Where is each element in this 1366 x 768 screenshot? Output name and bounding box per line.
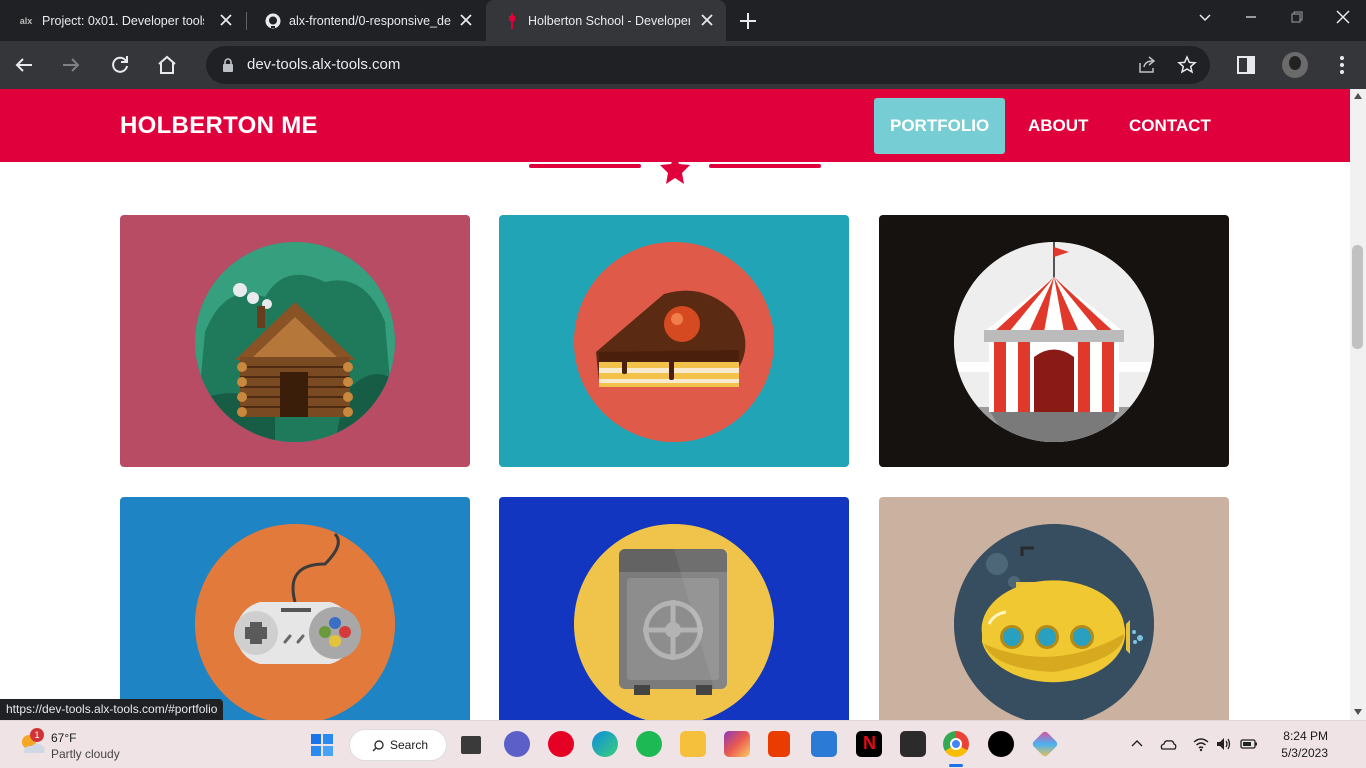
close-window-icon[interactable]: [1332, 6, 1354, 28]
teams-chat-icon[interactable]: [504, 731, 530, 757]
task-view-icon[interactable]: [461, 736, 481, 754]
weather-alert-badge: 1: [30, 728, 44, 742]
portfolio-item-cake[interactable]: [499, 215, 849, 467]
jetbrains-toolbox-icon[interactable]: [1031, 730, 1059, 758]
chrome-icon[interactable]: [943, 731, 969, 757]
reload-icon[interactable]: [108, 53, 132, 77]
instagram-icon[interactable]: [724, 731, 750, 757]
tray-chevron-up-icon[interactable]: [1128, 735, 1146, 753]
divider-line-right: [709, 164, 821, 168]
side-panel-icon[interactable]: [1234, 53, 1258, 77]
edge-icon[interactable]: [592, 731, 618, 757]
portfolio-item-submarine[interactable]: [879, 497, 1229, 720]
tab-title: Holberton School - Developer: [528, 13, 690, 28]
minimize-icon[interactable]: [1240, 6, 1262, 28]
site-brand[interactable]: HOLBERTON ME: [120, 112, 318, 140]
portfolio-item-circus[interactable]: [879, 215, 1229, 467]
microsoft-store-icon[interactable]: [811, 731, 837, 757]
portfolio-item-log-cabin[interactable]: [120, 215, 470, 467]
scroll-down-arrow-icon[interactable]: [1354, 709, 1362, 715]
spotify-icon[interactable]: [636, 731, 662, 757]
wifi-icon[interactable]: [1192, 735, 1210, 753]
github-icon: [265, 13, 281, 29]
nav-portfolio[interactable]: PORTFOLIO: [874, 98, 1006, 154]
tab-holberton-active[interactable]: Holberton School - Developer: [486, 0, 726, 41]
scroll-thumb[interactable]: [1352, 245, 1363, 349]
log-cabin-icon: [195, 242, 395, 442]
nav-contact[interactable]: CONTACT: [1113, 98, 1227, 154]
new-tab-plus-icon[interactable]: [737, 10, 759, 32]
alx-icon: alx: [19, 15, 33, 26]
close-icon[interactable]: [457, 11, 475, 29]
portfolio-item-controller[interactable]: [120, 497, 470, 720]
share-icon[interactable]: [1137, 55, 1157, 75]
weather-description: Partly cloudy: [51, 747, 120, 761]
holberton-icon: [504, 12, 520, 29]
tiktok-icon[interactable]: [988, 731, 1014, 757]
windows-taskbar: 1 67°F Partly cloudy Search N 8:24 PM 5/…: [0, 720, 1366, 768]
address-bar[interactable]: dev-tools.alx-tools.com: [206, 46, 1210, 84]
game-controller-icon: [195, 524, 395, 720]
link-status-bar: https://dev-tools.alx-tools.com/#portfol…: [0, 699, 224, 720]
tab-title: Project: 0x01. Developer tools |: [42, 13, 204, 28]
taskbar-search[interactable]: Search: [349, 729, 447, 761]
tab-project-developer-tools[interactable]: alx Project: 0x01. Developer tools |: [0, 0, 245, 41]
portfolio-item-safe[interactable]: [499, 497, 849, 720]
pinterest-icon[interactable]: [548, 731, 574, 757]
scroll-up-arrow-icon[interactable]: [1354, 93, 1362, 99]
page-scrollbar[interactable]: [1350, 89, 1366, 720]
circus-tent-icon: [954, 242, 1154, 442]
star-icon: [660, 154, 690, 184]
tab-search-chevron-icon[interactable]: [1194, 6, 1216, 28]
bookmark-star-icon[interactable]: [1177, 55, 1197, 75]
home-icon[interactable]: [155, 53, 179, 77]
forward-arrow-icon[interactable]: [59, 53, 83, 77]
cake-slice-icon: [574, 242, 774, 442]
tab-strip: alx Project: 0x01. Developer tools | alx…: [0, 0, 1366, 41]
windows-start-icon[interactable]: [311, 734, 333, 756]
profile-avatar[interactable]: [1282, 52, 1308, 78]
tab-title: alx-frontend/0-responsive_dev: [289, 13, 451, 28]
file-explorer-icon[interactable]: [680, 731, 706, 757]
netflix-icon[interactable]: N: [856, 731, 882, 757]
browser-toolbar: dev-tools.alx-tools.com: [0, 41, 1366, 89]
volume-icon[interactable]: [1215, 735, 1233, 753]
safe-icon: [574, 524, 774, 720]
nav-about[interactable]: ABOUT: [1012, 98, 1104, 154]
netflix-glyph: N: [863, 733, 876, 753]
onedrive-cloud-icon[interactable]: [1159, 735, 1177, 753]
restore-icon[interactable]: [1285, 6, 1307, 28]
web-page: HOLBERTON ME PORTFOLIO ABOUT CONTACT: [0, 89, 1350, 720]
more-vertical-icon[interactable]: [1330, 53, 1354, 77]
divider-line-left: [529, 164, 641, 168]
battery-icon[interactable]: [1240, 735, 1258, 753]
url-text[interactable]: dev-tools.alx-tools.com: [247, 56, 400, 73]
close-icon[interactable]: [698, 11, 716, 29]
lock-icon[interactable]: [221, 57, 235, 73]
avatar-face: [1289, 56, 1301, 70]
search-label: Search: [390, 738, 429, 752]
moodle-icon[interactable]: [900, 731, 926, 757]
search-icon: [372, 740, 384, 752]
clock-date[interactable]: 5/3/2023: [1281, 746, 1328, 760]
close-icon[interactable]: [217, 11, 235, 29]
chrome-center: [950, 738, 962, 750]
submarine-icon: [954, 524, 1154, 720]
chrome-active-indicator: [949, 764, 963, 767]
office-icon[interactable]: [768, 731, 790, 757]
weather-temperature: 67°F: [51, 731, 77, 745]
back-arrow-icon[interactable]: [12, 53, 36, 77]
tab-github[interactable]: alx-frontend/0-responsive_dev: [247, 0, 485, 41]
clock-time[interactable]: 8:24 PM: [1283, 729, 1328, 743]
